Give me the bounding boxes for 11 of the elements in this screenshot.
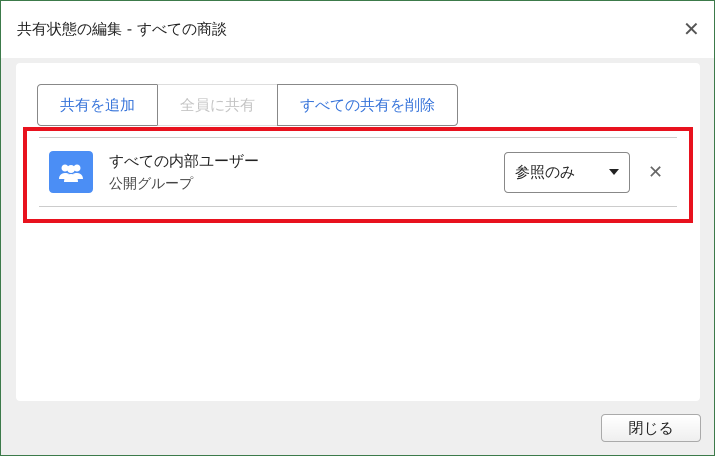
action-button[interactable]: 共有を追加: [37, 84, 158, 126]
close-dialog-button[interactable]: 閉じる: [601, 414, 701, 442]
close-button[interactable]: ✕: [679, 17, 704, 42]
remove-button[interactable]: ✕: [644, 161, 667, 183]
action-button[interactable]: すべての共有を削除: [277, 84, 458, 126]
caret-icon: [609, 169, 619, 175]
window-title: 共有状態の編集 - すべての商談: [17, 20, 227, 39]
group-icon: [49, 151, 93, 193]
share-name: すべての内部ユーザー: [109, 152, 260, 170]
share-type: 公開グループ: [109, 174, 194, 192]
access-dropdown[interactable]: 参照のみ: [504, 152, 630, 192]
